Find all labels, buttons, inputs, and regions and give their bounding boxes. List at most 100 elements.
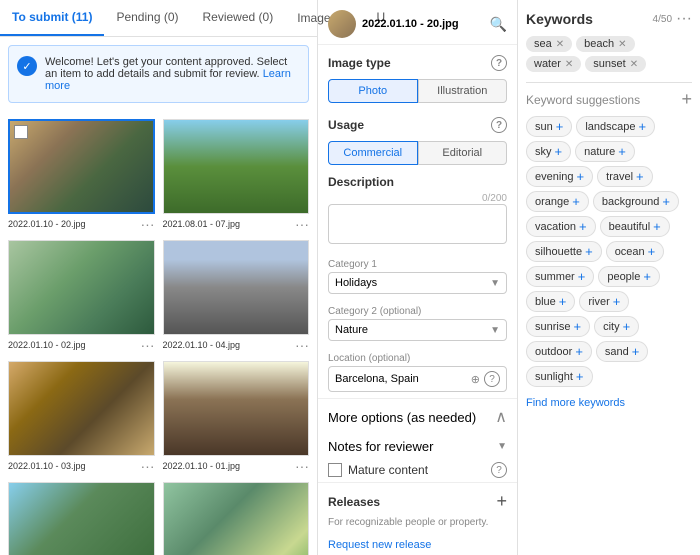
image-more-icon[interactable]: ···: [141, 216, 155, 232]
suggestion-tag[interactable]: vacation+: [526, 216, 596, 237]
suggestion-tag[interactable]: sun+: [526, 116, 572, 137]
suggestion-tag[interactable]: city+: [594, 316, 639, 337]
image-more-icon[interactable]: ···: [295, 216, 309, 232]
suggestion-tag[interactable]: orange+: [526, 191, 589, 212]
keyword-tag[interactable]: beach✕: [576, 36, 634, 52]
add-keyword-icon[interactable]: +: [648, 244, 656, 259]
description-input[interactable]: [328, 204, 507, 244]
suggestion-tag[interactable]: blue+: [526, 291, 575, 312]
add-keyword-icon[interactable]: +: [556, 119, 564, 134]
image-more-icon[interactable]: ···: [141, 458, 155, 474]
add-keyword-icon[interactable]: +: [575, 344, 583, 359]
keyword-tag[interactable]: sea✕: [526, 36, 572, 52]
more-options-toggle[interactable]: More options (as needed) ∧: [318, 398, 517, 435]
mature-checkbox[interactable]: [328, 463, 342, 477]
suggestion-tag[interactable]: river+: [579, 291, 629, 312]
add-keyword-icon[interactable]: +: [579, 219, 587, 234]
image-thumb[interactable]: [163, 119, 310, 214]
image-thumb[interactable]: [8, 240, 155, 335]
list-item[interactable]: 2022.01.10 - 03.jpg···: [4, 357, 159, 478]
add-keyword-icon[interactable]: +: [623, 319, 631, 334]
add-keyword-icon[interactable]: +: [573, 319, 581, 334]
search-icon[interactable]: 🔍: [490, 16, 507, 33]
suggestion-tag[interactable]: background+: [593, 191, 679, 212]
suggestion-tag[interactable]: people+: [598, 266, 660, 287]
editorial-button[interactable]: Editorial: [418, 141, 508, 165]
category2-select[interactable]: Nature ▼: [328, 319, 507, 341]
photo-button[interactable]: Photo: [328, 79, 418, 103]
suggestion-tag-label: nature: [584, 146, 615, 158]
suggestion-tag[interactable]: landscape+: [576, 116, 655, 137]
location-help-icon[interactable]: ?: [484, 371, 500, 387]
tab-pending[interactable]: Pending (0): [104, 0, 190, 36]
add-keyword-icon[interactable]: +: [577, 169, 585, 184]
mature-help-icon[interactable]: ?: [491, 462, 507, 478]
help-icon[interactable]: ?: [491, 55, 507, 71]
illustration-button[interactable]: Illustration: [418, 79, 508, 103]
usage-help-icon[interactable]: ?: [491, 117, 507, 133]
suggestion-tag[interactable]: outdoor+: [526, 341, 592, 362]
keyword-tag[interactable]: sunset✕: [585, 56, 646, 72]
list-item[interactable]: 2022.01.10 - 04.jpg···: [159, 236, 314, 357]
keyword-tag[interactable]: water✕: [526, 56, 581, 72]
add-keyword-icon[interactable]: +: [585, 244, 593, 259]
suggestion-tag[interactable]: beautiful+: [600, 216, 670, 237]
notes-chevron-icon[interactable]: ▼: [497, 441, 507, 452]
image-thumb[interactable]: [163, 482, 310, 555]
suggestion-tag[interactable]: sunrise+: [526, 316, 590, 337]
suggestion-tag[interactable]: nature+: [575, 141, 635, 162]
image-thumb[interactable]: [163, 240, 310, 335]
category1-select[interactable]: Holidays ▼: [328, 272, 507, 294]
add-keyword-icon[interactable]: +: [662, 194, 670, 209]
commercial-button[interactable]: Commercial: [328, 141, 418, 165]
remove-keyword-icon[interactable]: ✕: [630, 59, 638, 70]
add-keyword-icon[interactable]: +: [578, 269, 586, 284]
find-more-link[interactable]: Find more keywords: [526, 397, 692, 409]
remove-keyword-icon[interactable]: ✕: [556, 39, 564, 50]
add-keyword-icon[interactable]: +: [643, 269, 651, 284]
add-keyword-icon[interactable]: +: [572, 194, 580, 209]
more-options-icon[interactable]: ···: [676, 10, 692, 28]
list-item[interactable]: 2022.01.10 - 01.jpg···: [159, 357, 314, 478]
add-suggestion-icon[interactable]: +: [681, 89, 692, 110]
image-thumb[interactable]: [163, 361, 310, 456]
list-item[interactable]: 2021.08.01 - 07.jpg···: [159, 115, 314, 236]
suggestion-tag[interactable]: sunlight+: [526, 366, 593, 387]
remove-keyword-icon[interactable]: ✕: [618, 39, 626, 50]
list-item[interactable]: 2022.01.10 - 02.jpg···: [4, 236, 159, 357]
add-keyword-icon[interactable]: +: [559, 294, 567, 309]
suggestion-tag[interactable]: sky+: [526, 141, 571, 162]
suggestion-tag[interactable]: travel+: [597, 166, 653, 187]
add-release-icon[interactable]: +: [496, 491, 507, 512]
add-keyword-icon[interactable]: +: [639, 119, 647, 134]
tab-reviewed[interactable]: Reviewed (0): [191, 0, 286, 36]
suggestion-tag[interactable]: sand+: [596, 341, 648, 362]
add-keyword-icon[interactable]: +: [576, 369, 584, 384]
add-keyword-icon[interactable]: +: [632, 344, 640, 359]
suggestion-tag[interactable]: silhouette+: [526, 241, 602, 262]
suggestion-tag[interactable]: ocean+: [606, 241, 665, 262]
image-thumb[interactable]: [8, 361, 155, 456]
request-release-link[interactable]: Request new release: [328, 539, 431, 551]
suggestion-tag[interactable]: evening+: [526, 166, 593, 187]
add-keyword-icon[interactable]: +: [653, 219, 661, 234]
image-thumb[interactable]: [8, 119, 155, 214]
image-thumb[interactable]: [8, 482, 155, 555]
suggestion-tag[interactable]: summer+: [526, 266, 594, 287]
location-input[interactable]: Barcelona, Spain ⊕ ?: [328, 366, 507, 392]
add-keyword-icon[interactable]: +: [613, 294, 621, 309]
add-keyword-icon[interactable]: +: [555, 144, 563, 159]
suggestions-title: Keyword suggestions: [526, 93, 640, 107]
image-more-icon[interactable]: ···: [141, 337, 155, 353]
tab-to-submit[interactable]: To submit (11): [0, 0, 104, 36]
image-more-icon[interactable]: ···: [295, 337, 309, 353]
list-item[interactable]: 2021.08.01 - 04.jpg···: [4, 478, 159, 555]
list-item[interactable]: 2021.08.01 - 03.jpg···: [159, 478, 314, 555]
select-checkbox[interactable]: [14, 125, 28, 139]
add-keyword-icon[interactable]: +: [636, 169, 644, 184]
usage-buttons: Commercial Editorial: [328, 141, 507, 165]
add-keyword-icon[interactable]: +: [618, 144, 626, 159]
remove-keyword-icon[interactable]: ✕: [565, 59, 573, 70]
image-more-icon[interactable]: ···: [295, 458, 309, 474]
list-item[interactable]: 2022.01.10 - 20.jpg···: [4, 115, 159, 236]
